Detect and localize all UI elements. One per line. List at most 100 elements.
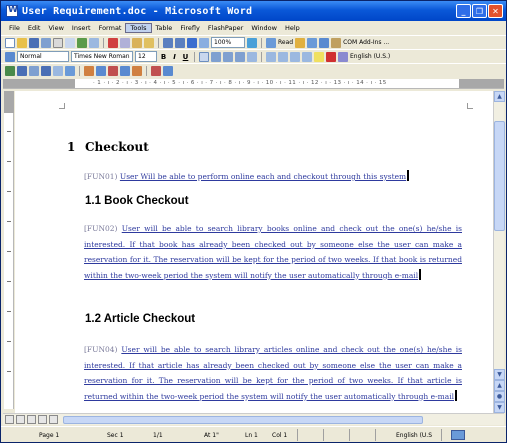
toolbar-d-icon[interactable]: [41, 65, 51, 76]
menu-edit[interactable]: Edit: [24, 24, 45, 32]
eraser-icon[interactable]: [338, 51, 348, 62]
cut-icon[interactable]: [108, 37, 118, 48]
undo-icon[interactable]: [163, 37, 173, 48]
redo-icon[interactable]: [175, 37, 185, 48]
toolbar-e-icon[interactable]: [53, 65, 63, 76]
folder-icon[interactable]: [295, 37, 306, 48]
highlight-icon[interactable]: [314, 51, 324, 62]
menu-view[interactable]: View: [44, 24, 67, 32]
research-icon[interactable]: [89, 37, 99, 48]
menu-file[interactable]: File: [5, 24, 24, 32]
style-dropdown[interactable]: Normal: [17, 51, 69, 62]
close-button[interactable]: ✕: [488, 4, 503, 18]
heading-article-checkout[interactable]: 1.2 Article Checkout: [85, 313, 195, 325]
decrease-indent-icon[interactable]: [290, 51, 300, 62]
menu-tools[interactable]: Tools: [125, 23, 152, 33]
align-center-icon[interactable]: [211, 51, 221, 62]
minimize-button[interactable]: _: [456, 4, 471, 18]
toolbar-b-icon[interactable]: [17, 65, 27, 76]
heading-book-checkout[interactable]: 1.1 Book Checkout: [85, 195, 189, 207]
increase-indent-icon[interactable]: [302, 51, 312, 62]
scroll-down-button[interactable]: ▼: [494, 369, 505, 380]
menu-table[interactable]: Table: [152, 24, 177, 32]
restore-button[interactable]: ❐: [472, 4, 487, 18]
line-spacing-icon[interactable]: [247, 51, 257, 62]
status-language[interactable]: English (U.S: [396, 432, 432, 439]
italic-button[interactable]: I: [170, 53, 179, 61]
toolbar-f-icon[interactable]: [65, 65, 75, 76]
read-button-label[interactable]: Read: [278, 39, 293, 46]
outline-view-button[interactable]: [38, 415, 47, 424]
format-painter-icon[interactable]: [144, 37, 154, 48]
horizontal-scrollbar[interactable]: [3, 413, 504, 425]
document-icon[interactable]: [319, 37, 330, 48]
horizontal-ruler[interactable]: · 1 · ı · 2 · ı · 3 · ı · 4 · ı · 5 · ı …: [3, 79, 504, 89]
web-view-button[interactable]: [16, 415, 25, 424]
menu-help[interactable]: Help: [281, 24, 304, 32]
status-at: At 1": [204, 432, 219, 439]
language-dropdown[interactable]: English (U.S.): [350, 53, 390, 60]
align-right-icon[interactable]: [223, 51, 233, 62]
document-page[interactable]: 1 Checkout [FUN01) User Will be able to p…: [15, 91, 495, 413]
spelling-icon[interactable]: [77, 37, 87, 48]
permission-icon[interactable]: [41, 37, 51, 48]
toolbar-g-icon[interactable]: [84, 65, 94, 76]
com-addins-button[interactable]: COM Add-Ins ...: [343, 39, 389, 46]
heading-checkout[interactable]: 1 Checkout: [67, 140, 149, 154]
title-bar[interactable]: User Requirement.doc - Microsoft Word _ …: [1, 1, 506, 21]
paste-icon[interactable]: [132, 37, 142, 48]
options-icon[interactable]: [307, 37, 318, 48]
font-size-dropdown[interactable]: 12: [135, 51, 157, 62]
styles-icon[interactable]: [5, 51, 15, 62]
toolbar-k-icon[interactable]: [132, 65, 142, 76]
bullets-icon[interactable]: [278, 51, 288, 62]
font-color-icon[interactable]: [326, 51, 336, 62]
bold-button[interactable]: B: [159, 53, 168, 61]
toolbar-a-icon[interactable]: [5, 65, 15, 76]
numbering-icon[interactable]: [266, 51, 276, 62]
next-page-button[interactable]: ▼: [494, 402, 505, 413]
menu-format[interactable]: Format: [95, 24, 126, 32]
font-dropdown[interactable]: Times New Roman: [71, 51, 133, 62]
horizontal-scroll-thumb[interactable]: [63, 416, 423, 424]
new-document-icon[interactable]: [5, 37, 15, 48]
save-icon[interactable]: [29, 37, 39, 48]
toolbar-i-icon[interactable]: [108, 65, 118, 76]
hyperlink-icon[interactable]: [187, 37, 197, 48]
print-preview-icon[interactable]: [65, 37, 75, 48]
help-icon[interactable]: [247, 37, 257, 48]
menu-firefly[interactable]: Firefly: [176, 24, 204, 32]
menu-flashpaper[interactable]: FlashPaper: [204, 24, 247, 32]
requirement-fun01[interactable]: [FUN01) User Will be able to perform onl…: [84, 169, 462, 185]
print-icon[interactable]: [53, 37, 63, 48]
print-layout-button[interactable]: [27, 415, 36, 424]
reading-view-button[interactable]: [49, 415, 58, 424]
open-folder-icon[interactable]: [17, 37, 27, 48]
vertical-ruler[interactable]: [4, 91, 14, 409]
previous-page-button[interactable]: ▲: [494, 380, 505, 391]
vertical-scrollbar[interactable]: ▲ ▼ ▲ ● ▼: [493, 91, 505, 413]
justify-icon[interactable]: [235, 51, 245, 62]
align-left-icon[interactable]: [199, 51, 209, 62]
toolbar-m-icon[interactable]: [163, 65, 173, 76]
menu-insert[interactable]: Insert: [68, 24, 95, 32]
scroll-up-button[interactable]: ▲: [494, 91, 505, 102]
toolbar-c-icon[interactable]: [29, 65, 39, 76]
zoom-dropdown[interactable]: 100%: [211, 37, 245, 48]
requirement-fun02[interactable]: [FUN02) User will be able to search libr…: [84, 221, 462, 283]
binoculars-icon[interactable]: [331, 37, 342, 48]
select-browse-object-button[interactable]: ●: [494, 391, 505, 402]
scroll-thumb[interactable]: [494, 121, 505, 231]
word-app-icon[interactable]: [6, 5, 18, 17]
toolbar-h-icon[interactable]: [96, 65, 106, 76]
toolbar-j-icon[interactable]: [120, 65, 130, 76]
underline-button[interactable]: U: [181, 53, 190, 61]
book-icon[interactable]: [451, 430, 465, 440]
requirement-fun04[interactable]: [FUN04) User will be able to search libr…: [84, 342, 462, 404]
normal-view-button[interactable]: [5, 415, 14, 424]
toolbar-l-icon[interactable]: [151, 65, 161, 76]
tables-icon[interactable]: [199, 37, 209, 48]
menu-window[interactable]: Window: [247, 24, 281, 32]
copy-icon[interactable]: [120, 37, 130, 48]
read-icon[interactable]: [266, 37, 276, 48]
